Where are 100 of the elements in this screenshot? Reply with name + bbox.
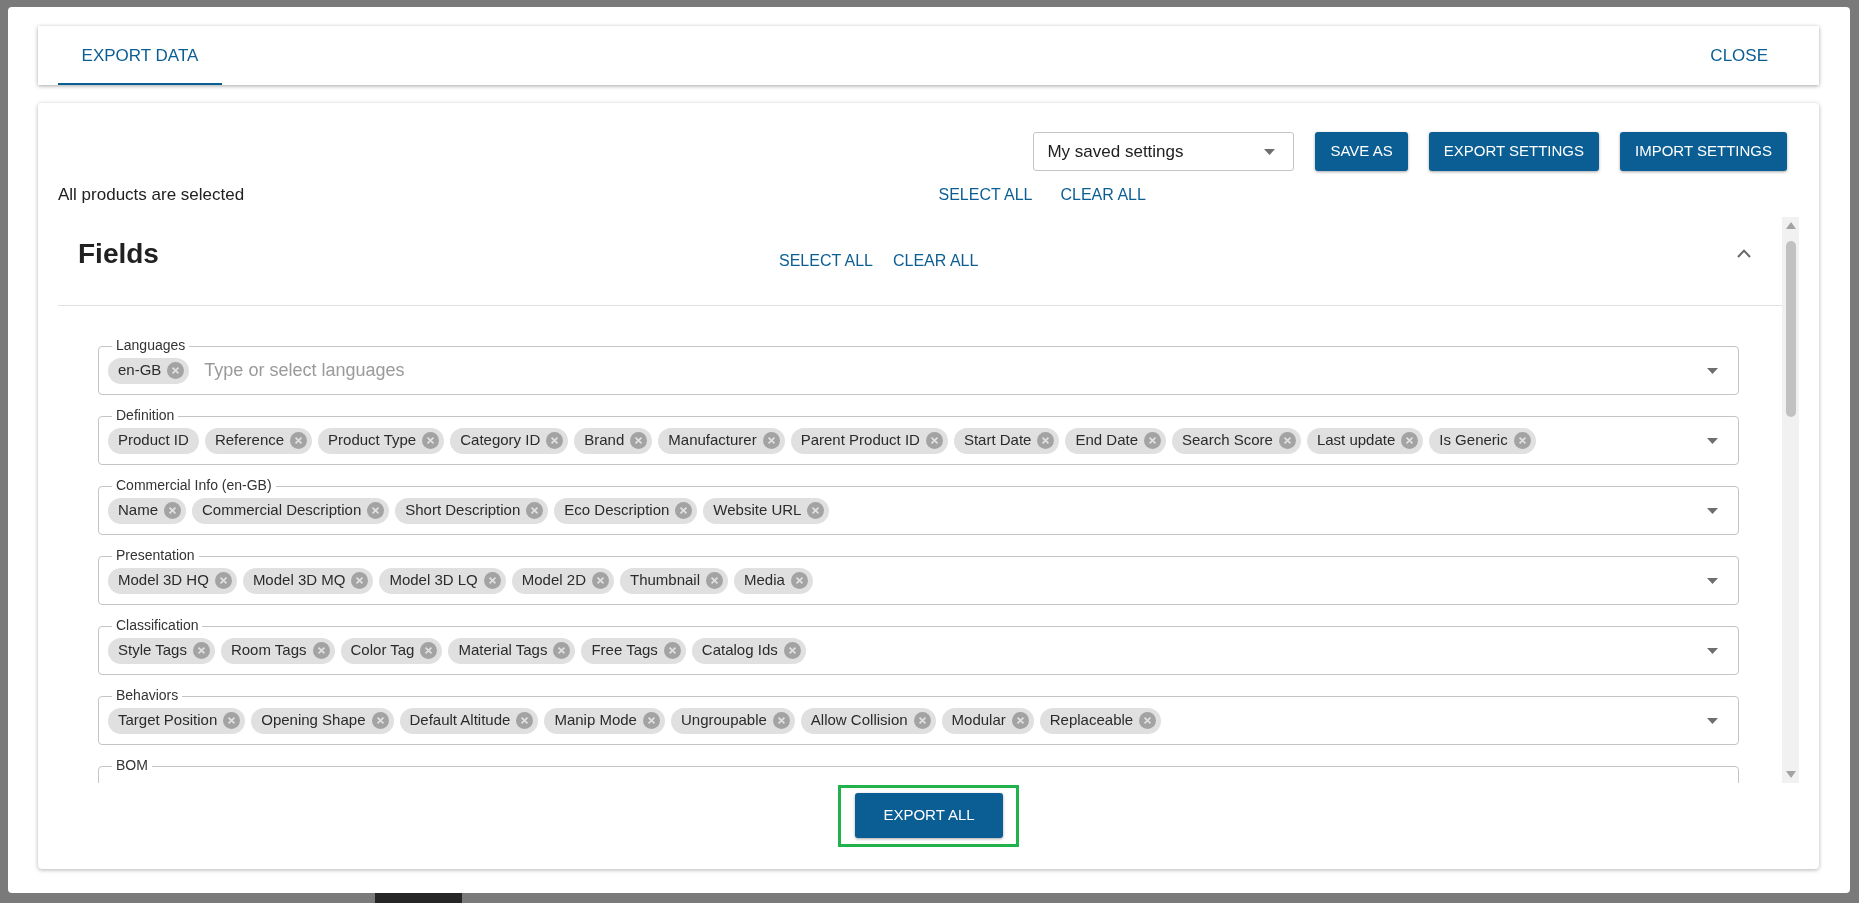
- remove-x-circle-icon[interactable]: [546, 432, 564, 449]
- tag-chip[interactable]: Material Tags: [448, 637, 576, 664]
- tag-chip[interactable]: Opening Shape: [251, 707, 394, 734]
- tag-chip[interactable]: Target Position: [108, 707, 246, 734]
- remove-x-circle-icon[interactable]: [367, 502, 385, 519]
- tag-chip[interactable]: Reference: [204, 427, 313, 454]
- tag-chip[interactable]: Parent Product ID: [790, 427, 948, 454]
- remove-x-circle-icon[interactable]: [312, 642, 330, 659]
- tag-chip[interactable]: en-GB: [108, 357, 190, 384]
- remove-x-circle-icon[interactable]: [1513, 432, 1531, 449]
- remove-x-circle-icon[interactable]: [790, 572, 808, 589]
- tag-chip[interactable]: Search Score: [1172, 427, 1301, 454]
- tag-chip[interactable]: Eco Description: [554, 497, 698, 524]
- tag-chip[interactable]: Style Tags: [108, 637, 215, 664]
- tag-chip[interactable]: End Date: [1065, 427, 1166, 454]
- remove-x-circle-icon[interactable]: [516, 712, 534, 729]
- tag-chip[interactable]: Thumbnail: [620, 567, 729, 594]
- tag-chip[interactable]: Manufacturer: [658, 427, 785, 454]
- saved-settings-dropdown[interactable]: My saved settings: [1033, 132, 1295, 171]
- settings-action-button[interactable]: IMPORT SETTINGS: [1620, 132, 1787, 171]
- selection-status-text: All products are selected: [58, 185, 245, 204]
- settings-action-button[interactable]: SAVE AS: [1315, 132, 1408, 171]
- tag-chip[interactable]: Short Description: [395, 497, 549, 524]
- remove-x-circle-icon[interactable]: [913, 712, 931, 729]
- remove-x-circle-icon[interactable]: [630, 432, 648, 449]
- tag-chip[interactable]: Model 2D: [511, 567, 614, 594]
- remove-x-circle-icon[interactable]: [1144, 432, 1161, 449]
- remove-x-circle-icon[interactable]: [1037, 432, 1055, 449]
- dropdown-caret-icon[interactable]: [1707, 577, 1718, 584]
- remove-x-circle-icon[interactable]: [553, 642, 571, 659]
- tag-chip[interactable]: Category ID: [450, 427, 569, 454]
- tag-chip[interactable]: Replaceable: [1039, 707, 1162, 734]
- remove-x-circle-icon[interactable]: [192, 642, 210, 659]
- chevron-up-icon[interactable]: [1737, 249, 1751, 258]
- tag-chip[interactable]: Is Generic: [1429, 427, 1536, 454]
- remove-x-circle-icon[interactable]: [290, 432, 308, 449]
- select-all-button[interactable]: SELECT ALL: [769, 251, 883, 271]
- remove-x-circle-icon[interactable]: [925, 432, 943, 449]
- tag-chip[interactable]: Default Altitude: [399, 707, 539, 734]
- tag-chip[interactable]: Product ID: [108, 427, 199, 454]
- dropdown-caret-icon[interactable]: [1707, 647, 1718, 654]
- remove-x-circle-icon[interactable]: [675, 502, 693, 519]
- dropdown-caret-icon: [1264, 148, 1276, 155]
- tag-chip[interactable]: Media: [734, 567, 813, 594]
- remove-x-circle-icon[interactable]: [167, 362, 185, 379]
- remove-x-circle-icon[interactable]: [1011, 712, 1029, 729]
- tag-chip[interactable]: Model 3D MQ: [242, 567, 374, 594]
- tag-chip[interactable]: Modular: [941, 707, 1034, 734]
- scroll-down-arrow-icon[interactable]: [1785, 771, 1796, 778]
- tag-chip[interactable]: Model 3D LQ: [379, 567, 506, 594]
- field-label: Commercial Info (en-GB): [112, 477, 276, 493]
- remove-x-circle-icon[interactable]: [642, 712, 660, 729]
- tag-chip[interactable]: Catalog Ids: [691, 637, 806, 664]
- remove-x-circle-icon[interactable]: [351, 572, 369, 589]
- tag-chip[interactable]: Name: [108, 497, 186, 524]
- close-button[interactable]: CLOSE: [1690, 26, 1819, 85]
- export-all-button[interactable]: EXPORT ALL: [855, 793, 1003, 838]
- remove-x-circle-icon[interactable]: [371, 712, 389, 729]
- remove-x-circle-icon[interactable]: [422, 432, 440, 449]
- clear-all-button[interactable]: CLEAR ALL: [883, 251, 989, 271]
- dialog-tab[interactable]: EXPORT DATA: [58, 26, 222, 85]
- tag-chip[interactable]: Model 3D HQ: [108, 567, 237, 594]
- remove-x-circle-icon[interactable]: [706, 572, 724, 589]
- field-label: Definition: [112, 407, 179, 423]
- remove-x-circle-icon[interactable]: [592, 572, 609, 589]
- tag-chip[interactable]: Room Tags: [220, 637, 335, 664]
- tag-chip[interactable]: Allow Collision: [800, 707, 936, 734]
- clear-all-button[interactable]: CLEAR ALL: [1050, 183, 1156, 207]
- scrollbar-thumb[interactable]: [1785, 241, 1796, 417]
- remove-x-circle-icon[interactable]: [783, 642, 801, 659]
- dropdown-caret-icon[interactable]: [1707, 507, 1718, 514]
- tag-chip[interactable]: Last update: [1306, 427, 1424, 454]
- tag-chip[interactable]: Start Date: [953, 427, 1060, 454]
- remove-x-circle-icon[interactable]: [483, 572, 501, 589]
- remove-x-circle-icon[interactable]: [663, 642, 681, 659]
- remove-x-circle-icon[interactable]: [1278, 432, 1296, 449]
- remove-x-circle-icon[interactable]: [420, 642, 438, 659]
- tag-chip[interactable]: Brand: [574, 427, 653, 454]
- tag-chip[interactable]: Website URL: [703, 497, 830, 524]
- tag-chip[interactable]: Color Tag: [340, 637, 443, 664]
- dropdown-caret-icon[interactable]: [1707, 437, 1718, 444]
- remove-x-circle-icon[interactable]: [526, 502, 544, 519]
- dropdown-caret-icon[interactable]: [1707, 367, 1718, 374]
- settings-action-button[interactable]: EXPORT SETTINGS: [1428, 132, 1600, 171]
- remove-x-circle-icon[interactable]: [164, 502, 181, 519]
- remove-x-circle-icon[interactable]: [1139, 712, 1157, 729]
- tag-chip[interactable]: Ungroupable: [670, 707, 795, 734]
- remove-x-circle-icon[interactable]: [772, 712, 790, 729]
- remove-x-circle-icon[interactable]: [807, 502, 825, 519]
- dropdown-caret-icon[interactable]: [1707, 717, 1718, 724]
- tag-chip[interactable]: Manip Mode: [544, 707, 665, 734]
- remove-x-circle-icon[interactable]: [762, 432, 780, 449]
- select-all-button[interactable]: SELECT ALL: [928, 183, 1043, 207]
- tag-chip[interactable]: Product Type: [318, 427, 445, 454]
- remove-x-circle-icon[interactable]: [223, 712, 241, 729]
- remove-x-circle-icon[interactable]: [214, 572, 232, 589]
- remove-x-circle-icon[interactable]: [1401, 432, 1419, 449]
- scroll-up-arrow-icon[interactable]: [1785, 222, 1796, 229]
- tag-chip[interactable]: Free Tags: [581, 637, 686, 664]
- tag-chip[interactable]: Commercial Description: [192, 497, 390, 524]
